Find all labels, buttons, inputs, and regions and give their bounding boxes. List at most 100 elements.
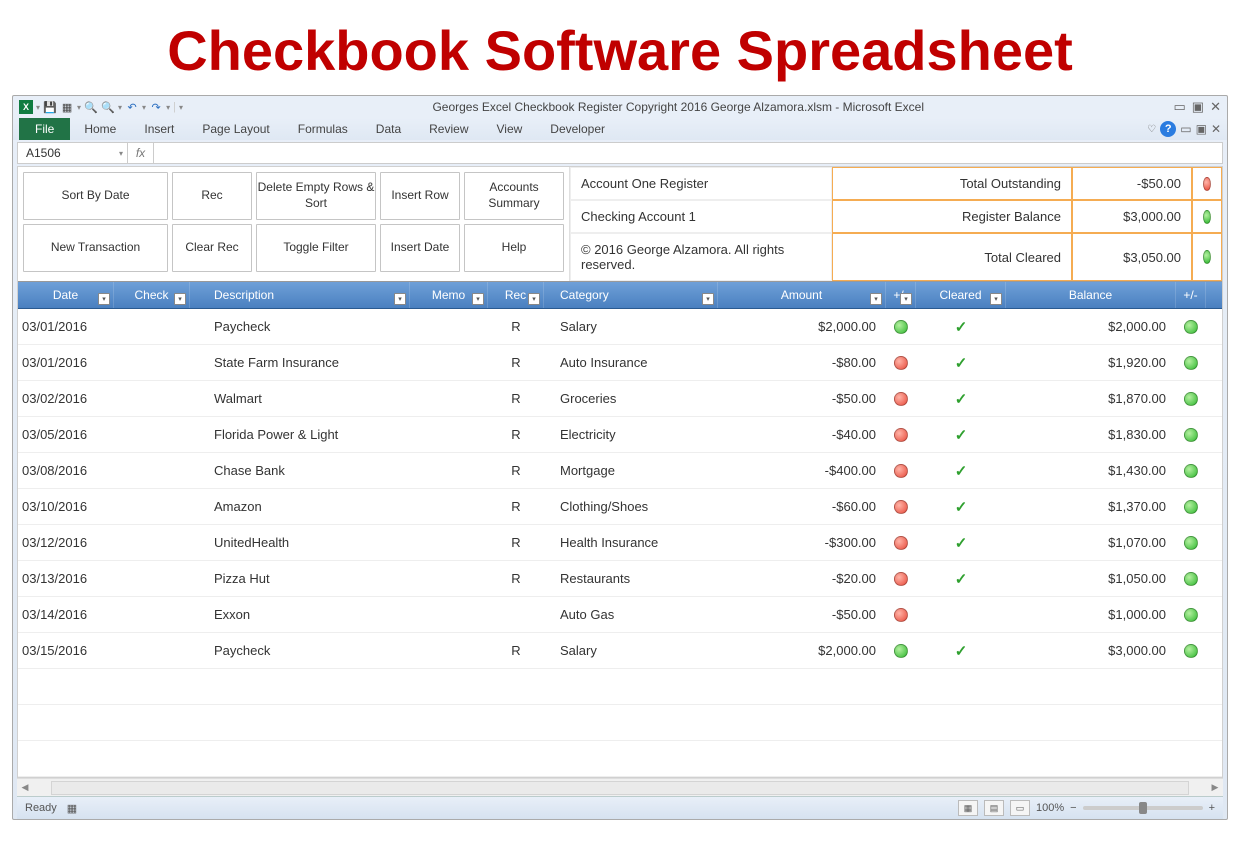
cell-date[interactable]: 03/15/2016	[18, 643, 114, 658]
table-row[interactable]: 03/02/2016WalmartRGroceries-$50.00✓$1,87…	[18, 381, 1222, 417]
cell-description[interactable]: Florida Power & Light	[190, 427, 410, 442]
minimize-ribbon-icon[interactable]: ▭	[1180, 122, 1191, 136]
qat-icon[interactable]: ▦	[60, 100, 74, 114]
cell-date[interactable]: 03/02/2016	[18, 391, 114, 406]
cell-description[interactable]: Paycheck	[190, 319, 410, 334]
col-memo[interactable]: Memo▾	[410, 282, 488, 308]
cell-date[interactable]: 03/01/2016	[18, 319, 114, 334]
cell-amount[interactable]: -$50.00	[718, 391, 886, 406]
zoom-level[interactable]: 100%	[1036, 802, 1064, 814]
cell-category[interactable]: Clothing/Shoes	[544, 499, 718, 514]
minimize-icon[interactable]: ▭	[1174, 99, 1186, 115]
toggle-filter-button[interactable]: Toggle Filter	[256, 224, 376, 272]
zoom-in-icon[interactable]: +	[1209, 802, 1215, 814]
insert-row-button[interactable]: Insert Row	[380, 172, 460, 220]
undo-icon[interactable]: ↶	[125, 100, 139, 114]
cell-rec[interactable]: R	[488, 355, 544, 370]
cell-rec[interactable]: R	[488, 427, 544, 442]
cell-rec[interactable]: R	[488, 463, 544, 478]
cell-cleared[interactable]: ✓	[916, 642, 1006, 660]
cell-amount[interactable]: -$40.00	[718, 427, 886, 442]
table-row[interactable]: 03/05/2016Florida Power & LightRElectric…	[18, 417, 1222, 453]
cell-date[interactable]: 03/12/2016	[18, 535, 114, 550]
close-workbook-icon[interactable]: ✕	[1211, 122, 1221, 136]
cell-rec[interactable]: R	[488, 571, 544, 586]
file-tab[interactable]: File	[19, 118, 70, 140]
tab-developer[interactable]: Developer	[536, 118, 619, 140]
redo-icon[interactable]: ↷	[149, 100, 163, 114]
cell-rec[interactable]: R	[488, 499, 544, 514]
delete-empty-button[interactable]: Delete Empty Rows & Sort	[256, 172, 376, 220]
maximize-icon[interactable]: ▣	[1192, 99, 1204, 115]
cell-description[interactable]: Amazon	[190, 499, 410, 514]
clear-rec-button[interactable]: Clear Rec	[172, 224, 252, 272]
tab-view[interactable]: View	[483, 118, 537, 140]
cell-date[interactable]: 03/01/2016	[18, 355, 114, 370]
cell-rec[interactable]: R	[488, 319, 544, 334]
cell-category[interactable]: Salary	[544, 319, 718, 334]
col-cleared[interactable]: Cleared▾	[916, 282, 1006, 308]
table-row[interactable]: 03/08/2016Chase BankRMortgage-$400.00✓$1…	[18, 453, 1222, 489]
insert-date-button[interactable]: Insert Date	[380, 224, 460, 272]
col-date[interactable]: Date▾	[18, 282, 114, 308]
cell-cleared[interactable]: ✓	[916, 534, 1006, 552]
cell-amount[interactable]: $2,000.00	[718, 643, 886, 658]
tab-home[interactable]: Home	[70, 118, 130, 140]
new-transaction-button[interactable]: New Transaction	[23, 224, 168, 272]
cell-date[interactable]: 03/14/2016	[18, 607, 114, 622]
scroll-right-icon[interactable]: ▶	[1207, 782, 1223, 793]
cell-amount[interactable]: $2,000.00	[718, 319, 886, 334]
table-row[interactable]: 03/14/2016ExxonAuto Gas-$50.00$1,000.00	[18, 597, 1222, 633]
cell-category[interactable]: Mortgage	[544, 463, 718, 478]
cell-description[interactable]: Walmart	[190, 391, 410, 406]
cell-description[interactable]: Exxon	[190, 607, 410, 622]
col-description[interactable]: Description▾	[190, 282, 410, 308]
find-icon[interactable]: 🔍	[84, 100, 98, 114]
ribbon-options-icon[interactable]: ♡	[1147, 124, 1156, 135]
cell-date[interactable]: 03/08/2016	[18, 463, 114, 478]
col-category[interactable]: Category▾	[544, 282, 718, 308]
tab-insert[interactable]: Insert	[130, 118, 188, 140]
cell-category[interactable]: Salary	[544, 643, 718, 658]
cell-rec[interactable]: R	[488, 391, 544, 406]
empty-row[interactable]	[18, 741, 1222, 777]
cell-amount[interactable]: -$50.00	[718, 607, 886, 622]
cell-description[interactable]: State Farm Insurance	[190, 355, 410, 370]
table-row[interactable]: 03/01/2016 State Farm Insurance RAuto Insu…	[18, 345, 1222, 381]
cell-description[interactable]: Pizza Hut	[190, 571, 410, 586]
empty-row[interactable]	[18, 669, 1222, 705]
name-box[interactable]: A1506	[18, 143, 128, 163]
tab-data[interactable]: Data	[362, 118, 415, 140]
zoom-slider[interactable]	[1083, 806, 1203, 810]
cell-cleared[interactable]: ✓	[916, 426, 1006, 444]
col-check[interactable]: Check▾	[114, 282, 190, 308]
table-row[interactable]: 03/13/2016Pizza HutRRestaurants-$20.00✓$…	[18, 561, 1222, 597]
tab-page-layout[interactable]: Page Layout	[188, 118, 283, 140]
fx-icon[interactable]: fx	[128, 143, 154, 163]
col-rec[interactable]: Rec▾	[488, 282, 544, 308]
cell-cleared[interactable]: ✓	[916, 390, 1006, 408]
table-row[interactable]: 03/01/2016PaycheckRSalary$2,000.00✓$2,00…	[18, 309, 1222, 345]
sort-by-date-button[interactable]: Sort By Date	[23, 172, 168, 220]
tab-formulas[interactable]: Formulas	[284, 118, 362, 140]
cell-description[interactable]: Paycheck	[190, 643, 410, 658]
cell-category[interactable]: Health Insurance	[544, 535, 718, 550]
cell-date[interactable]: 03/10/2016	[18, 499, 114, 514]
cell-description[interactable]: UnitedHealth	[190, 535, 410, 550]
cell-description[interactable]: Chase Bank	[190, 463, 410, 478]
close-icon[interactable]: ✕	[1210, 99, 1221, 115]
cell-category[interactable]: Auto Insurance	[544, 355, 718, 370]
table-row[interactable]: 03/10/2016AmazonRClothing/Shoes-$60.00✓$…	[18, 489, 1222, 525]
page-layout-view-icon[interactable]: ▤	[984, 800, 1004, 816]
cell-category[interactable]: Auto Gas	[544, 607, 718, 622]
restore-workbook-icon[interactable]: ▣	[1196, 122, 1207, 136]
help-button[interactable]: Help	[464, 224, 564, 272]
cell-category[interactable]: Electricity	[544, 427, 718, 442]
col-amount[interactable]: Amount▾	[718, 282, 886, 308]
cell-amount[interactable]: -$400.00	[718, 463, 886, 478]
accounts-summary-button[interactable]: Accounts Summary	[464, 172, 564, 220]
macro-icon[interactable]: ▦	[67, 802, 77, 815]
cell-rec[interactable]: R	[488, 643, 544, 658]
cell-cleared[interactable]: ✓	[916, 354, 1006, 372]
normal-view-icon[interactable]: ▦	[958, 800, 978, 816]
